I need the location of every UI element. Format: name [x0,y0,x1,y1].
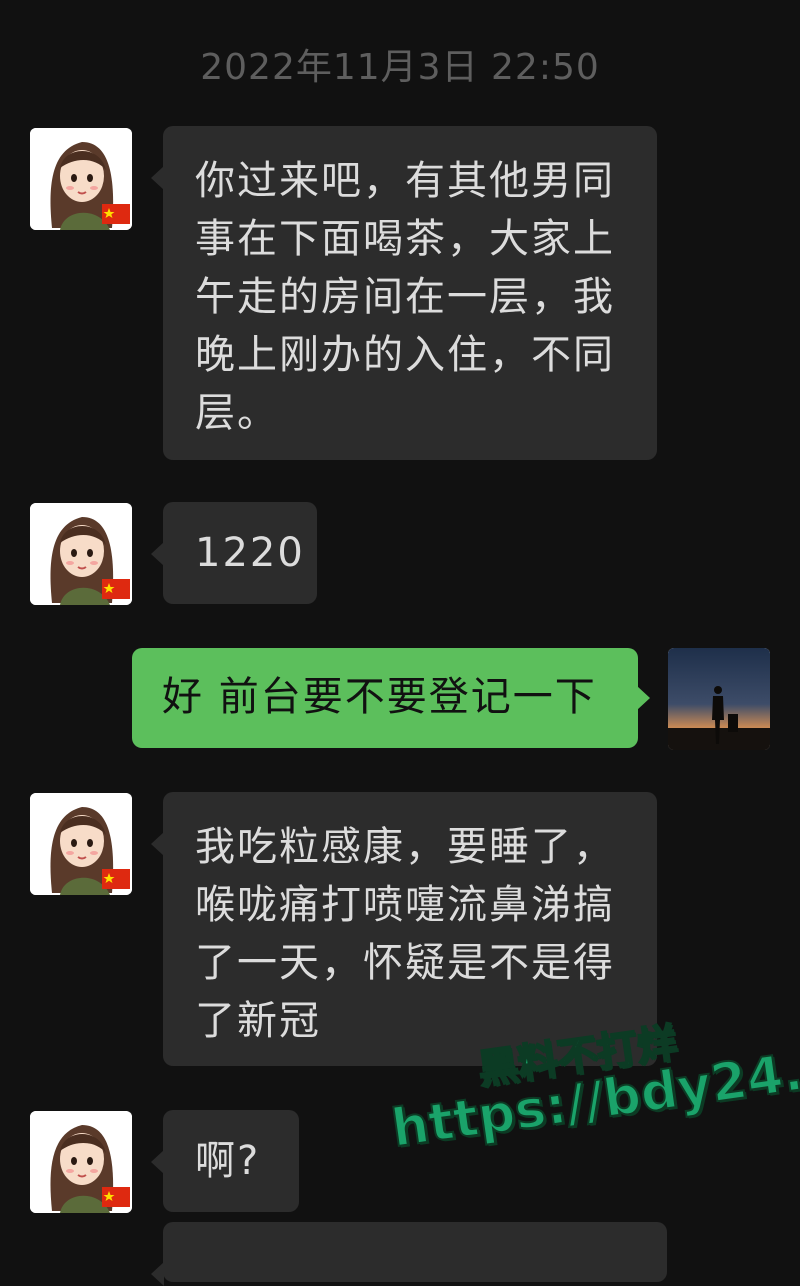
message-text: 你过来吧，有其他男同 事在下面喝茶，大家上 午走的房间在一层，我 晚上刚办的入住… [195,158,615,436]
message-bubble-incoming[interactable]: 1220 [151,502,317,604]
contact-avatar[interactable] [30,128,132,230]
woman-cartoon-avatar-icon [30,503,132,605]
message-bubble-incoming[interactable]: 我吃粒感康，要睡了， 喉咙痛打喷嚏流鼻涕搞 了一天，怀疑是不是得 了新冠 [151,792,657,1066]
message-timestamp: 2022年11月3日 22:50 [200,47,600,88]
message-text: 好 前台要不要登记一下 [162,674,597,720]
contact-avatar[interactable] [30,1111,132,1213]
woman-cartoon-avatar-icon [30,1111,132,1213]
contact-avatar[interactable] [30,793,132,895]
my-avatar[interactable] [668,648,770,750]
message-bubble-outgoing[interactable]: 好 前台要不要登记一下 [132,648,650,748]
message-bubble-incoming-partial[interactable] [151,1222,667,1286]
message-bubble-incoming[interactable]: 你过来吧，有其他男同 事在下面喝茶，大家上 午走的房间在一层，我 晚上刚办的入住… [151,126,657,460]
message-bubble-incoming[interactable]: 啊? [151,1110,299,1212]
contact-avatar[interactable] [30,503,132,605]
sunset-silhouette-avatar-icon [668,648,770,750]
woman-cartoon-avatar-icon [30,793,132,895]
woman-cartoon-avatar-icon [30,128,132,230]
message-text: 我吃粒感康，要睡了， 喉咙痛打喷嚏流鼻涕搞 了一天，怀疑是不是得 了新冠 [195,824,615,1044]
message-text: 1220 [195,530,305,576]
message-text: 啊? [195,1138,261,1184]
